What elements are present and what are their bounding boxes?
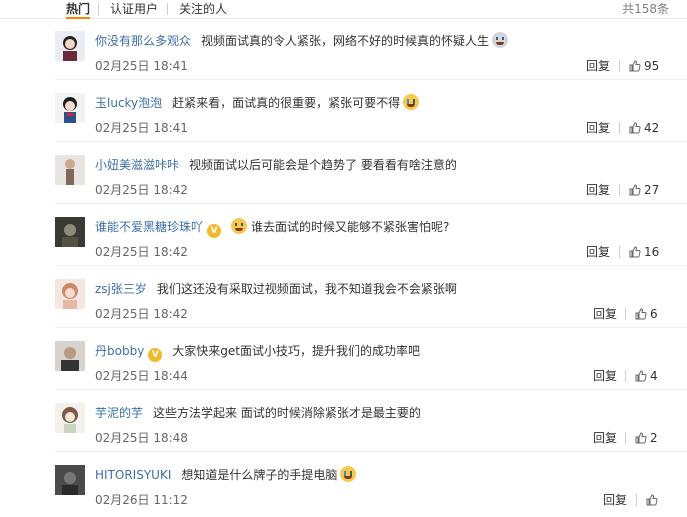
list-item: 丹bobby V 大家快来get面试小技巧，提升我们的成功率吧 02月25日 18:…: [0, 328, 687, 390]
avatar[interactable]: [55, 341, 85, 371]
comment-username[interactable]: 丹bobby: [95, 344, 144, 358]
avatar[interactable]: [55, 155, 85, 185]
like-button[interactable]: 27: [629, 182, 659, 198]
thumbs-up-icon: [629, 184, 641, 196]
avatar[interactable]: [55, 279, 85, 309]
like-button[interactable]: [646, 492, 661, 508]
laughing-crying-icon: [231, 218, 248, 234]
thumbs-up-icon: [635, 432, 647, 444]
action-divider: [619, 60, 620, 72]
thumbs-up-icon: [635, 308, 647, 320]
thumbs-up-icon: [635, 370, 647, 382]
action-divider: [625, 432, 626, 444]
avatar[interactable]: [55, 31, 85, 61]
like-button[interactable]: 95: [629, 58, 659, 74]
like-button[interactable]: 4: [635, 368, 658, 384]
list-item: 谁能不爱黑糖珍珠吖 V 谁去面试的时候又能够不紧张害怕呢? 02月25日 18:42…: [0, 204, 687, 266]
reply-button[interactable]: 回复: [586, 58, 610, 74]
crying-face-icon: [403, 94, 420, 110]
comment-username[interactable]: 你没有那么多观众: [95, 34, 191, 48]
comment-text: 视频面试以后可能会是个趋势了 要看看有啥注意的: [189, 158, 457, 172]
skull-icon: [492, 32, 509, 48]
like-count: 6: [650, 307, 658, 321]
comment-list: 你没有那么多观众 视频面试真的令人紧张，网络不好的时候真的怀疑人生 02月25日 …: [0, 18, 687, 514]
comment-time: 02月25日 18:44: [95, 369, 188, 383]
tab-following[interactable]: 关注的人: [179, 1, 227, 17]
like-count: 95: [644, 59, 660, 73]
reply-button[interactable]: 回复: [586, 182, 610, 198]
comment-text: 我们这还没有采取过视频面试，我不知道我会不会紧张啊: [156, 282, 457, 296]
thumbs-up-icon: [629, 122, 641, 134]
action-divider: [619, 122, 620, 134]
comment-username[interactable]: HITORISYUKI: [95, 468, 171, 482]
list-item: HITORISYUKI 想知道是什么牌子的手提电脑 02月26日 11:12 回复: [0, 452, 687, 514]
comment-text: 大家快来get面试小技巧，提升我们的成功率吧: [172, 344, 421, 358]
action-divider: [619, 246, 620, 258]
comment-text: 谁去面试的时候又能够不紧张害怕呢?: [251, 220, 450, 234]
like-count: 16: [644, 245, 660, 259]
avatar[interactable]: [55, 465, 85, 495]
reply-button[interactable]: 回复: [586, 120, 610, 136]
comment-username[interactable]: 芋泥的芋: [95, 406, 143, 420]
action-divider: [625, 370, 626, 382]
reply-button[interactable]: 回复: [593, 368, 617, 384]
tab-hot[interactable]: 热门: [66, 1, 91, 19]
comment-time: 02月25日 18:41: [95, 59, 188, 73]
vip-badge-icon: V: [148, 348, 163, 362]
crying-face-icon: [340, 466, 357, 482]
comment-time: 02月25日 18:42: [95, 307, 188, 321]
reply-button[interactable]: 回复: [593, 306, 617, 322]
like-button[interactable]: 42: [629, 120, 659, 136]
avatar[interactable]: [55, 403, 85, 433]
like-count: 42: [644, 121, 660, 135]
comment-username[interactable]: 谁能不爱黑糖珍珠吖: [95, 220, 203, 234]
thumbs-up-icon: [646, 494, 658, 506]
comment-text: 视频面试真的令人紧张，网络不好的时候真的怀疑人生: [201, 34, 490, 48]
comment-text: 想知道是什么牌子的手提电脑: [181, 468, 338, 482]
comment-time: 02月25日 18:48: [95, 431, 188, 445]
tab-divider: [98, 3, 99, 15]
comment-text: 这些方法学起来 面试的时候消除紧张才是最主要的: [153, 406, 421, 420]
action-divider: [636, 494, 637, 506]
comment-time: 02月25日 18:41: [95, 121, 188, 135]
list-item: 你没有那么多观众 视频面试真的令人紧张，网络不好的时候真的怀疑人生 02月25日 …: [0, 18, 687, 80]
action-divider: [625, 308, 626, 320]
list-item: zsj张三岁 我们这还没有采取过视频面试，我不知道我会不会紧张啊 02月25日 1…: [0, 266, 687, 328]
comment-username[interactable]: zsj张三岁: [95, 282, 147, 296]
comment-total-count: 共158条: [622, 2, 669, 16]
list-item: 玉lucky泡泡 赶紧来看，面试真的很重要，紧张可要不得 02月25日 18:41…: [0, 80, 687, 142]
comment-username[interactable]: 小妞美滋滋咔咔: [95, 158, 179, 172]
comment-username[interactable]: 玉lucky泡泡: [95, 96, 162, 110]
comment-time: 02月25日 18:42: [95, 183, 188, 197]
avatar[interactable]: [55, 217, 85, 247]
comment-text: 赶紧来看，面试真的很重要，紧张可要不得: [172, 96, 401, 110]
list-item: 小妞美滋滋咔咔 视频面试以后可能会是个趋势了 要看看有啥注意的 02月25日 18…: [0, 142, 687, 204]
avatar[interactable]: [55, 93, 85, 123]
like-count: 27: [644, 183, 660, 197]
thumbs-up-icon: [629, 60, 641, 72]
like-button[interactable]: 16: [629, 244, 659, 260]
comment-filter-tabs: 热门 认证用户 关注的人 共158条: [0, 0, 687, 19]
tab-divider: [167, 3, 168, 15]
vip-badge-icon: V: [207, 224, 222, 238]
comment-time: 02月26日 11:12: [95, 493, 188, 507]
like-button[interactable]: 6: [635, 306, 658, 322]
like-count: 2: [650, 431, 658, 445]
comment-time: 02月25日 18:42: [95, 245, 188, 259]
action-divider: [619, 184, 620, 196]
thumbs-up-icon: [629, 246, 641, 258]
tab-verified-users[interactable]: 认证用户: [110, 1, 158, 17]
like-button[interactable]: 2: [635, 430, 658, 446]
list-item: 芋泥的芋 这些方法学起来 面试的时候消除紧张才是最主要的 02月25日 18:48…: [0, 390, 687, 452]
reply-button[interactable]: 回复: [593, 430, 617, 446]
reply-button[interactable]: 回复: [603, 492, 627, 508]
reply-button[interactable]: 回复: [586, 244, 610, 260]
like-count: 4: [650, 369, 658, 383]
